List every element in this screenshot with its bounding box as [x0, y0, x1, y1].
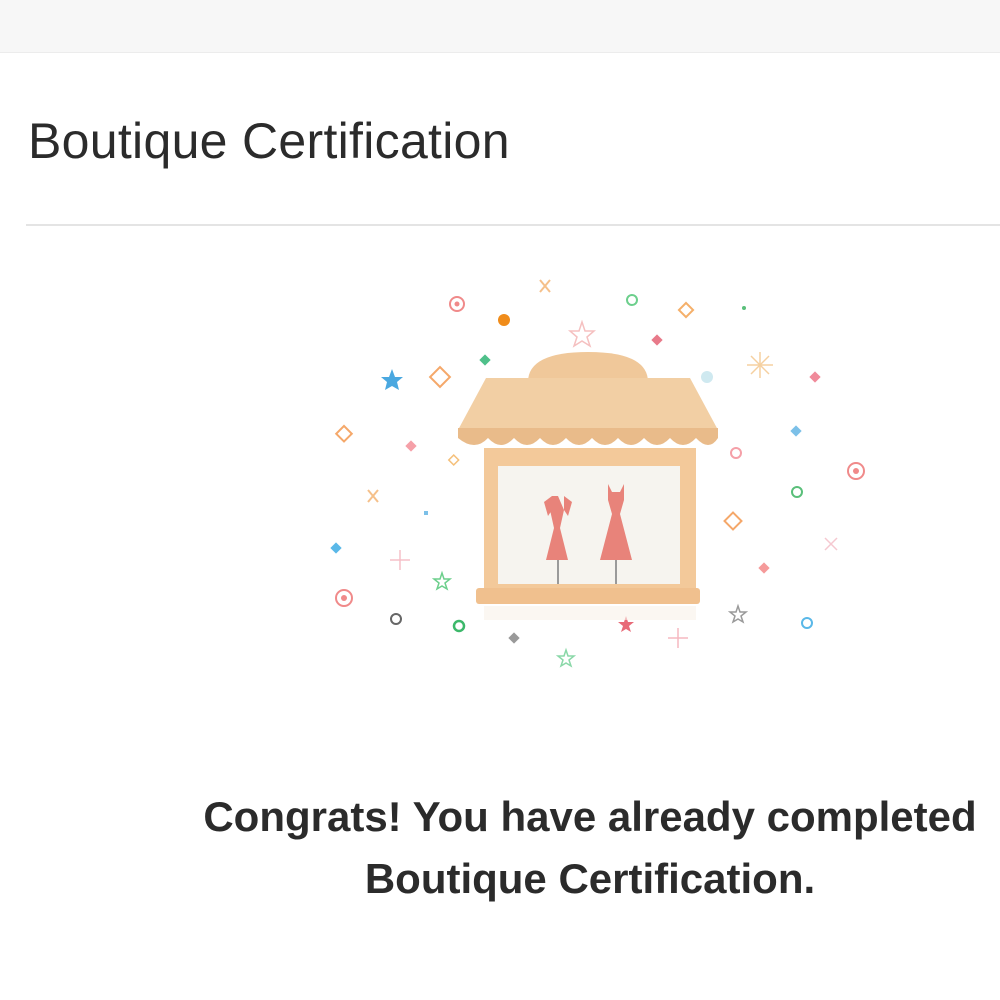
page-title: Boutique Certification	[28, 113, 510, 169]
certification-illustration	[290, 270, 890, 690]
boutique-storefront-icon	[458, 352, 718, 620]
top-bar	[0, 0, 1000, 53]
divider	[26, 224, 1000, 226]
completion-message-line1: Congrats! You have already completed	[203, 793, 977, 840]
completion-message-line2: Boutique Certification.	[364, 855, 816, 902]
completion-message: Congrats! You have already completed Bou…	[150, 786, 1000, 910]
